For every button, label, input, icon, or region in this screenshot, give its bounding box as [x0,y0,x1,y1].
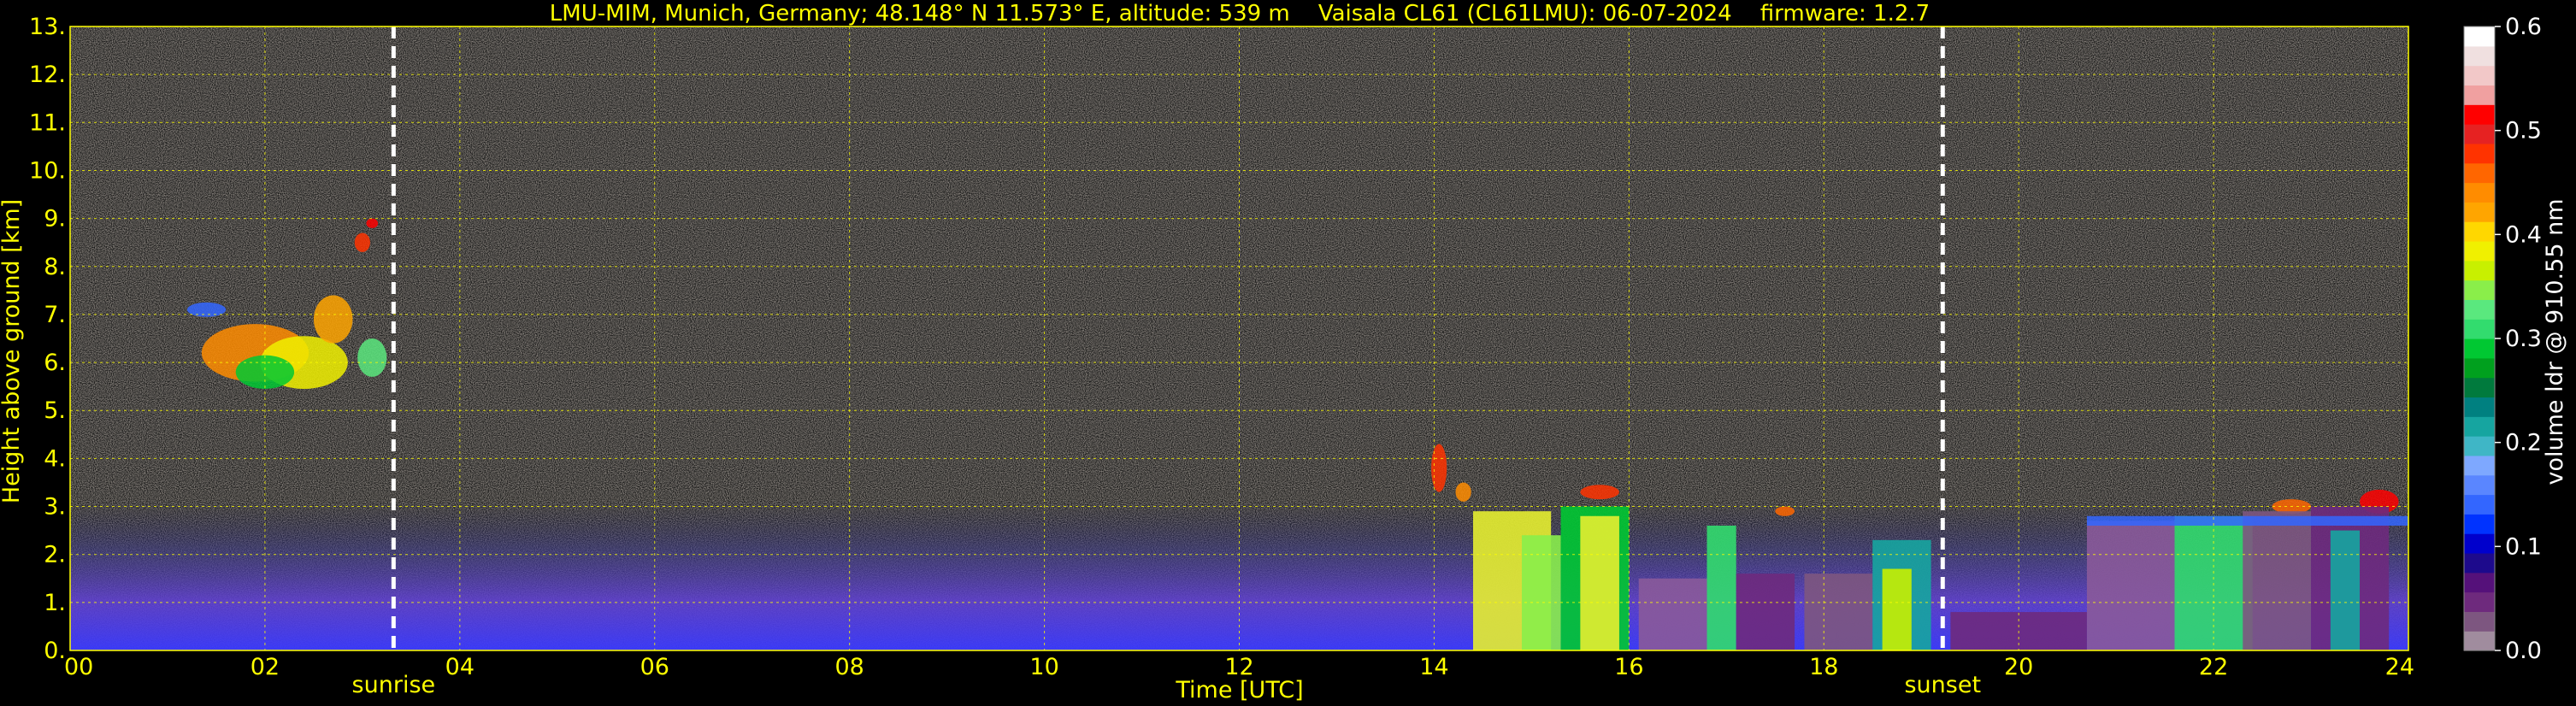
colorbar-cell [2464,611,2495,632]
x-tick-label: 02 [251,654,280,680]
colorbar-cell [2464,124,2495,144]
x-tick-label: 14 [1419,654,1448,680]
x-axis-label: Time [UTC] [1175,677,1303,703]
y-tick-label: 11. [29,109,66,136]
colorbar-tick-label: 0.4 [2505,221,2542,248]
colorbar-cell [2464,45,2495,67]
colorbar-cell [2464,279,2495,300]
colorbar-tick-label: 0.1 [2505,533,2542,560]
colorbar-cell [2464,26,2495,47]
x-tick-label: 16 [1614,654,1643,680]
colorbar-cell [2464,357,2495,379]
x-tick-label: 00 [64,654,93,680]
colorbar-cell [2464,162,2495,184]
y-tick-label: 0. [44,638,66,664]
colorbar-cell [2464,299,2495,320]
x-tick-label: 06 [640,654,669,680]
signal-patch-6 [354,232,370,252]
colorbar-cell [2464,143,2495,164]
colorbar-tick-label: 0.3 [2505,326,2542,352]
x-tick-label: 08 [834,654,864,680]
colorbar-label: volume ldr @ 910.55 nm [2542,199,2568,485]
colorbar-cell [2464,221,2495,242]
y-tick-label: 5. [44,397,66,424]
colorbar-cell [2464,182,2495,203]
signal-column-3 [1580,515,1619,650]
colorbar-tick-label: 0.2 [2505,430,2542,456]
ldr-quicklook-figure: LMU-MIM, Munich, Germany; 48.148° N 11.5… [0,0,2576,706]
sunrise-label: sunrise [352,672,436,698]
signal-column-7 [1804,574,1873,650]
signal-column-13 [2243,511,2312,650]
colorbar-cell [2464,514,2495,534]
y-tick-label: 2. [44,542,66,568]
signal-column-6 [1736,574,1795,650]
y-axis-label: Height above ground [km] [0,199,25,503]
signal-patch-4 [357,338,387,377]
signal-patch-2 [235,355,295,389]
signal-patch-11 [1775,506,1795,516]
signal-layer-top [2086,515,2408,526]
colorbar-cell [2464,455,2495,476]
x-tick-label: 24 [2385,654,2414,680]
signal-column-11 [2086,521,2175,650]
y-tick-label: 13. [29,14,66,40]
y-tick-label: 9. [44,206,66,232]
signal-patch-8 [1430,444,1447,492]
signal-column-5 [1707,526,1736,650]
colorbar-cell [2464,494,2495,515]
colorbar-cell [2464,631,2495,651]
colorbar-cell [2464,338,2495,359]
y-tick-label: 4. [44,445,66,472]
signal-column-9 [1882,568,1912,650]
colorbar-cell [2464,319,2495,339]
colorbar-cell [2464,552,2495,574]
colorbar-tick-label: 0.5 [2505,118,2542,144]
y-tick-label: 10. [29,157,66,184]
colorbar-cell [2464,377,2495,398]
x-tick-label: 10 [1029,654,1058,680]
y-tick-label: 12. [29,62,66,88]
colorbar-cell [2464,591,2495,612]
y-tick-label: 7. [44,302,66,328]
plot-area: sunrise sunset [69,26,2409,698]
colorbar-tick-label: 0.0 [2505,638,2542,664]
colorbar-cell [2464,533,2495,554]
signal-patch-9 [1455,482,1471,502]
chart-title: LMU-MIM, Munich, Germany; 48.148° N 11.5… [550,1,1930,26]
colorbar-cell [2464,260,2495,281]
colorbar-cell [2464,65,2495,86]
colorbar-cell [2464,436,2495,456]
colorbar-cell [2464,572,2495,593]
signal-patch-10 [1580,485,1619,500]
y-tick-label: 3. [44,494,66,521]
x-tick-label: 04 [445,654,475,680]
signal-column-1 [1521,535,1561,650]
x-tick-label: 20 [2004,654,2033,680]
x-tick-label: 22 [2199,654,2228,680]
colorbar-cell [2464,202,2495,222]
colorbar-cell [2464,104,2495,125]
signal-column-15 [2330,530,2361,650]
signal-patch-3 [313,295,353,344]
y-tick-label: 6. [44,350,66,376]
colorbar-cell [2464,85,2495,105]
sunset-label: sunset [1904,672,1981,698]
colorbar-tick-label: 0.6 [2505,14,2542,40]
signal-patch-7 [366,218,379,228]
signal-column-4 [1638,578,1707,650]
colorbar-cell [2464,397,2495,417]
colorbar-cell [2464,474,2495,496]
colorbar-cell [2464,240,2495,262]
colorbar-cell [2464,416,2495,437]
y-tick-label: 8. [44,254,66,280]
y-tick-label: 1. [44,590,66,616]
x-tick-label: 18 [1809,654,1838,680]
